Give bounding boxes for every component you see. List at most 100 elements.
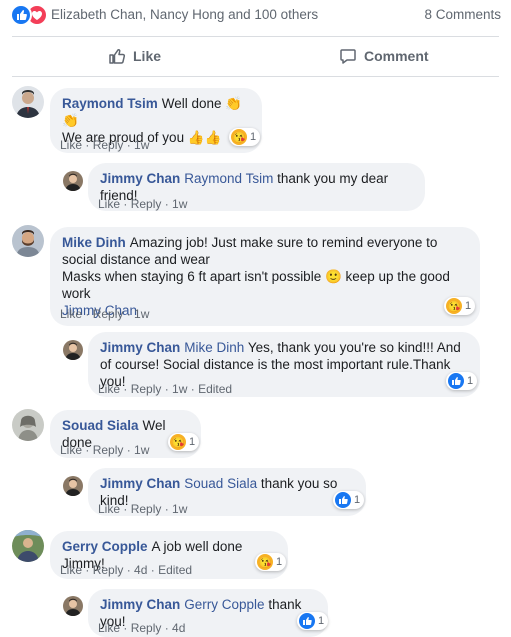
like-button-label: Like [133, 48, 162, 64]
meta-separator: · [161, 197, 173, 211]
comment-like-link[interactable]: Like [60, 138, 82, 152]
comment-meta: Like · Reply · 1w [60, 138, 149, 152]
care-emoji-icon: 😘 [170, 434, 186, 450]
comment-timestamp[interactable]: 1w [172, 197, 187, 211]
comment-button[interactable]: Comment [339, 37, 429, 75]
comment-author-link[interactable]: Souad Siala [62, 418, 139, 433]
reaction-count: 1 [250, 131, 257, 143]
comment-like-link[interactable]: Like [98, 502, 120, 516]
meta-separator: · [161, 382, 173, 396]
comment-timestamp[interactable]: 1w [172, 502, 187, 516]
comment-author-link[interactable]: Jimmy Chan [100, 476, 180, 491]
comment-reply-link[interactable]: Reply [93, 138, 124, 152]
reaction-count: 1 [189, 436, 196, 448]
like-reaction-icon[interactable] [10, 4, 32, 26]
comment-timestamp[interactable]: 1w [134, 138, 149, 152]
comment-count-link[interactable]: 8 Comments [424, 7, 501, 22]
meta-separator: · [120, 502, 131, 516]
like-icon [299, 613, 315, 629]
reaction-count: 1 [318, 615, 325, 627]
comment-reply-link[interactable]: Reply [131, 197, 162, 211]
avatar[interactable] [12, 530, 44, 562]
comment-like-link[interactable]: Like [60, 563, 82, 577]
comment-meta: Like · Reply · 1w · Edited [98, 382, 232, 396]
like-icon [335, 492, 351, 508]
meta-separator: · [120, 382, 131, 396]
avatar[interactable] [12, 86, 44, 118]
comment-meta: Like · Reply · 1w [60, 307, 149, 321]
comment-meta: Like · Reply · 1w [60, 443, 149, 457]
comment-author-link[interactable]: Jimmy Chan [100, 340, 180, 355]
meta-separator: · [82, 307, 93, 321]
reaction-count: 1 [465, 300, 472, 312]
edited-label: Edited [198, 382, 233, 396]
comment-author-link[interactable]: Mike Dinh [62, 235, 126, 250]
meta-separator: · [123, 138, 135, 152]
avatar[interactable] [63, 476, 83, 496]
reaction-badge[interactable]: 😘 1 [255, 553, 287, 571]
meta-separator: · [82, 563, 93, 577]
meta-separator: · [147, 563, 159, 577]
divider [12, 76, 499, 77]
edited-label: Edited [158, 563, 193, 577]
care-emoji-icon: 😘 [446, 298, 462, 314]
meta-separator: · [123, 563, 135, 577]
reaction-badge[interactable]: 1 [333, 491, 365, 509]
comment-meta: Like · Reply · 1w [98, 502, 187, 516]
comment-reply-link[interactable]: Reply [93, 563, 124, 577]
thumbs-up-icon [109, 48, 126, 64]
meta-separator: · [82, 443, 93, 457]
reaction-count: 1 [354, 494, 361, 506]
reaction-badge[interactable]: 1 [446, 372, 478, 390]
avatar[interactable] [12, 409, 44, 441]
care-emoji-icon: 😘 [257, 554, 273, 570]
comment-like-link[interactable]: Like [98, 382, 120, 396]
meta-separator: · [123, 443, 135, 457]
like-icon [448, 373, 464, 389]
comment-author-link[interactable]: Jimmy Chan [100, 597, 180, 612]
reaction-count: 1 [276, 556, 283, 568]
comment-timestamp[interactable]: 1w [172, 382, 187, 396]
comment-button-label: Comment [364, 48, 429, 64]
comment-reply-link[interactable]: Reply [93, 307, 124, 321]
like-button[interactable]: Like [108, 37, 161, 75]
comment-like-link[interactable]: Like [98, 197, 120, 211]
avatar[interactable] [12, 225, 44, 257]
avatar[interactable] [63, 340, 83, 360]
reaction-badge[interactable]: 😘 1 [444, 297, 476, 315]
comment-reply-link[interactable]: Reply [131, 502, 162, 516]
comment-text: Masks when staying 6 ft apart isn't poss… [62, 269, 450, 301]
comment-like-link[interactable]: Like [60, 443, 82, 457]
comment-like-link[interactable]: Like [60, 307, 82, 321]
reaction-names-link[interactable]: Elizabeth Chan, Nancy Hong and 100 other… [51, 7, 318, 22]
comment-bubble-icon [340, 49, 356, 64]
mention-link[interactable]: Souad Siala [184, 476, 257, 491]
comment-meta: Like · Reply · 4d · Edited [60, 563, 192, 577]
comment-reply-link[interactable]: Reply [131, 382, 162, 396]
reaction-badge[interactable]: 1 [297, 612, 329, 630]
meta-separator: · [123, 307, 135, 321]
care-emoji-icon: 😘 [231, 129, 247, 145]
comment-timestamp[interactable]: 4d [134, 563, 147, 577]
meta-separator: · [82, 138, 93, 152]
meta-separator: · [161, 502, 173, 516]
reaction-summary-bar: Elizabeth Chan, Nancy Hong and 100 other… [0, 0, 511, 30]
mention-link[interactable]: Mike Dinh [184, 340, 244, 355]
comment-author-link[interactable]: Jimmy Chan [100, 171, 180, 186]
comment-author-link[interactable]: Gerry Copple [62, 539, 148, 554]
comment-author-link[interactable]: Raymond Tsim [62, 96, 158, 111]
reaction-badge[interactable]: 😘 1 [168, 433, 200, 451]
meta-separator: · [187, 382, 199, 396]
comment-meta: Like · Reply · 1w [98, 197, 187, 211]
comment-timestamp[interactable]: 1w [134, 307, 149, 321]
post-action-bar: Like Comment [0, 37, 511, 75]
meta-separator: · [120, 197, 131, 211]
avatar[interactable] [63, 596, 83, 616]
reaction-count: 1 [467, 375, 474, 387]
mention-link[interactable]: Raymond Tsim [184, 171, 273, 186]
avatar[interactable] [63, 171, 83, 191]
reaction-badge[interactable]: 😘 1 [229, 128, 261, 146]
mention-link[interactable]: Gerry Copple [184, 597, 264, 612]
comment-reply-link[interactable]: Reply [93, 443, 124, 457]
comment-timestamp[interactable]: 1w [134, 443, 149, 457]
